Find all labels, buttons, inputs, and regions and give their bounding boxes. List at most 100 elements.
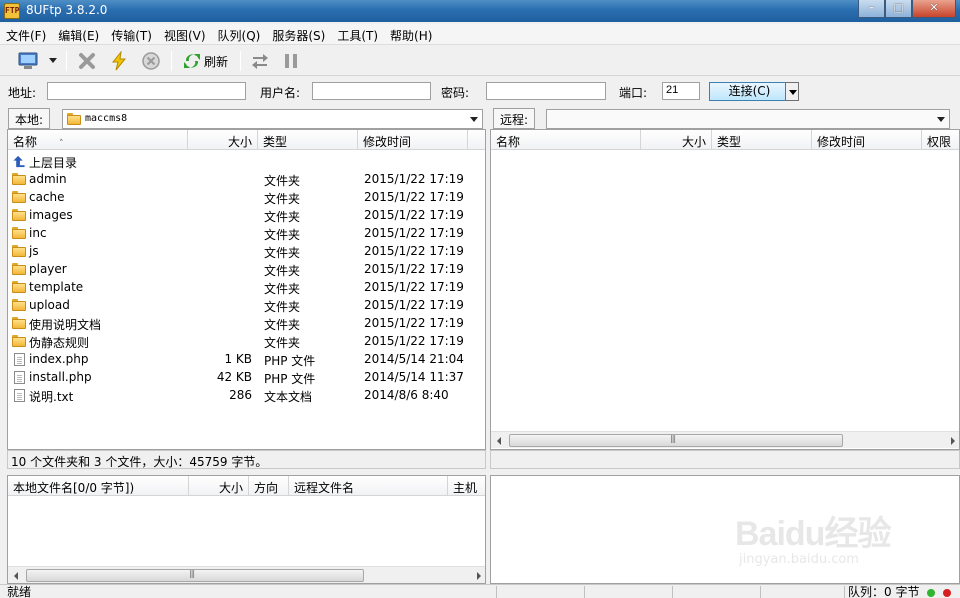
site-manager-button[interactable] xyxy=(14,49,44,73)
col-header-modified[interactable]: 修改时间 xyxy=(812,130,922,150)
table-row[interactable]: upload 文件夹 2015/1/22 17:19 xyxy=(8,296,485,314)
pause-icon xyxy=(285,54,297,68)
menu-file[interactable]: 文件(F) xyxy=(0,24,52,45)
table-row[interactable]: template 文件夹 2015/1/22 17:19 xyxy=(8,278,485,296)
scroll-thumb[interactable] xyxy=(509,434,843,447)
scroll-right-icon[interactable] xyxy=(944,432,959,449)
file-type: 文件夹 xyxy=(264,282,301,296)
menu-help[interactable]: 帮助(H) xyxy=(384,24,438,45)
close-button[interactable]: ✕ xyxy=(912,0,956,18)
file-type: 文件夹 xyxy=(264,336,301,350)
chevron-down-icon[interactable] xyxy=(466,110,482,128)
username-input[interactable] xyxy=(312,82,431,100)
scroll-left-icon[interactable] xyxy=(491,432,508,449)
connect-dropdown-button[interactable] xyxy=(785,82,799,101)
col-header-remote-file[interactable]: 远程文件名 xyxy=(289,476,448,496)
col-header-modified[interactable]: 修改时间 xyxy=(358,130,468,150)
port-label: 端口: xyxy=(619,86,648,100)
scroll-thumb[interactable] xyxy=(26,569,364,582)
password-input[interactable] xyxy=(486,82,606,100)
remote-hscrollbar[interactable] xyxy=(491,431,959,449)
table-row[interactable]: install.php 42 KB PHP 文件 2014/5/14 11:37 xyxy=(8,368,485,386)
file-type: PHP 文件 xyxy=(264,372,316,386)
chevron-down-icon[interactable] xyxy=(933,110,949,128)
username-label: 用户名: xyxy=(260,86,301,100)
scroll-right-icon[interactable] xyxy=(470,567,485,583)
col-header-permissions[interactable]: 权限 xyxy=(922,130,959,150)
local-path-combo[interactable]: maccms8 xyxy=(62,109,483,129)
minimize-button[interactable]: – xyxy=(858,0,885,18)
file-modified: 2015/1/22 17:19 xyxy=(364,334,464,348)
scroll-left-icon[interactable] xyxy=(8,567,25,583)
file-name: 使用说明文档 xyxy=(29,318,102,332)
remote-status-line xyxy=(490,450,960,469)
pause-button[interactable] xyxy=(278,49,304,73)
col-header-direction[interactable]: 方向 xyxy=(249,476,289,496)
col-header-size[interactable]: 大小 xyxy=(188,130,258,150)
site-manager-dropdown[interactable] xyxy=(46,49,60,73)
disconnect-button[interactable] xyxy=(74,49,100,73)
table-row[interactable]: images 文件夹 2015/1/22 17:19 xyxy=(8,206,485,224)
file-type: 文件夹 xyxy=(264,246,301,260)
table-row[interactable]: player 文件夹 2015/1/22 17:19 xyxy=(8,260,485,278)
col-header-host[interactable]: 主机 xyxy=(448,476,485,496)
menu-tools[interactable]: 工具(T) xyxy=(331,24,384,45)
queue-hscrollbar[interactable] xyxy=(8,566,485,583)
file-name: index.php xyxy=(29,352,89,366)
col-header-name[interactable]: 名称 ˄ xyxy=(8,130,188,150)
table-row[interactable]: 使用说明文档 文件夹 2015/1/22 17:19 xyxy=(8,314,485,332)
folder-icon xyxy=(67,113,81,125)
col-header-type[interactable]: 类型 xyxy=(712,130,812,150)
local-file-list[interactable]: 名称 ˄ 大小 类型 修改时间 上层目录 admin 文件夹 2015/1/22 17… xyxy=(7,129,486,450)
status-cell-1 xyxy=(496,586,584,598)
menu-bar: 文件(F) 编辑(E) 传输(T) 视图(V) 队列(Q) 服务器(S) 工具(… xyxy=(0,24,960,45)
menu-view[interactable]: 视图(V) xyxy=(158,24,212,45)
log-pane[interactable]: Baidu经验 jingyan.baidu.com xyxy=(490,475,960,584)
queue-list[interactable]: 本地文件名[0/0 字节]) 大小 方向 远程文件名 主机 xyxy=(7,475,486,584)
menu-server[interactable]: 服务器(S) xyxy=(266,24,331,45)
status-bar: 就绪 队列：0 字节 xyxy=(0,584,960,598)
col-header-size[interactable]: 大小 xyxy=(641,130,712,150)
site-manager-icon xyxy=(18,52,38,69)
table-row[interactable]: admin 文件夹 2015/1/22 17:19 xyxy=(8,170,485,188)
refresh-icon xyxy=(183,54,200,68)
transfer-queue-button[interactable] xyxy=(247,49,273,73)
menu-queue[interactable]: 队列(Q) xyxy=(212,24,267,45)
menu-edit[interactable]: 编辑(E) xyxy=(52,24,105,45)
connect-button[interactable]: 连接(C) xyxy=(709,82,790,101)
remote-path-bar: 远程: xyxy=(490,108,960,130)
quick-connect-button[interactable] xyxy=(106,49,132,73)
folder-icon xyxy=(12,281,26,294)
table-row[interactable]: js 文件夹 2015/1/22 17:19 xyxy=(8,242,485,260)
remote-file-list[interactable]: 名称 大小 类型 修改时间 权限 xyxy=(490,129,960,450)
col-header-name[interactable]: 名称 xyxy=(491,130,641,150)
col-header-type[interactable]: 类型 xyxy=(258,130,358,150)
folder-icon xyxy=(12,173,26,186)
table-row[interactable]: inc 文件夹 2015/1/22 17:19 xyxy=(8,224,485,242)
maximize-button[interactable]: □ xyxy=(885,0,912,18)
stop-button[interactable] xyxy=(138,49,164,73)
menu-transfer[interactable]: 传输(T) xyxy=(105,24,158,45)
chevron-down-icon xyxy=(49,58,57,63)
file-modified: 2015/1/22 17:19 xyxy=(364,172,464,186)
table-row[interactable]: 伪静态规则 文件夹 2015/1/22 17:19 xyxy=(8,332,485,350)
col-header-size[interactable]: 大小 xyxy=(189,476,249,496)
app-logo-icon: FTP xyxy=(4,3,20,19)
file-type: PHP 文件 xyxy=(264,354,316,368)
folder-icon xyxy=(12,245,26,258)
remote-path-label: 远程: xyxy=(493,108,536,129)
file-name: install.php xyxy=(29,370,92,384)
remote-path-combo[interactable] xyxy=(546,109,950,129)
parent-dir-row[interactable]: 上层目录 xyxy=(8,152,485,170)
file-modified: 2014/8/6 8:40 xyxy=(364,388,449,402)
disconnect-icon xyxy=(79,53,95,69)
refresh-button[interactable]: 刷新 xyxy=(178,49,232,73)
table-row[interactable]: cache 文件夹 2015/1/22 17:19 xyxy=(8,188,485,206)
col-header-local-file[interactable]: 本地文件名[0/0 字节]) xyxy=(8,476,189,496)
address-input[interactable] xyxy=(47,82,246,100)
table-row[interactable]: index.php 1 KB PHP 文件 2014/5/14 21:04 xyxy=(8,350,485,368)
port-input[interactable]: 21 xyxy=(662,82,700,100)
folder-icon xyxy=(12,299,26,312)
file-icon xyxy=(12,389,26,402)
table-row[interactable]: 说明.txt 286 文本文档 2014/8/6 8:40 xyxy=(8,386,485,404)
